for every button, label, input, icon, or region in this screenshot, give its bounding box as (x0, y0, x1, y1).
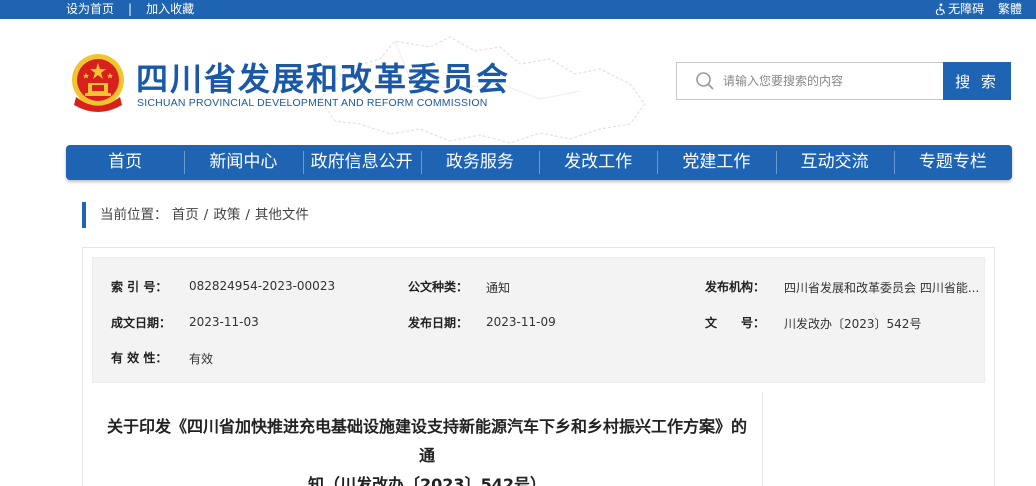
doc-type-value: 通知 (486, 281, 511, 295)
doc-type-label: 公文种类： (408, 280, 469, 294)
national-emblem-logo (72, 54, 124, 112)
search-input[interactable] (723, 63, 933, 99)
search-icon (696, 72, 714, 90)
traditional-chinese-link[interactable]: 繁體 (998, 1, 1022, 17)
top-utility-bar: 设为首页 | 加入收藏 无障碍 繁體 (0, 0, 1036, 19)
nav-item-services[interactable]: 政务服务 (420, 145, 539, 180)
validity-value: 有效 (189, 352, 214, 366)
site-title[interactable]: 四川省发展和改革委员会 (136, 61, 510, 97)
nav-item-special-topics[interactable]: 专题专栏 (893, 145, 1012, 180)
index-number-label: 索 引 号： (111, 280, 168, 294)
accessibility-label: 无障碍 (948, 2, 985, 16)
document-title-line-1: 关于印发《四川省加快推进充电基础设施建设支持新能源汽车下乡和乡村振兴工作方案》的… (106, 417, 747, 465)
nav-item-news[interactable]: 新闻中心 (184, 145, 302, 180)
content-divider (762, 392, 763, 486)
breadcrumb-home[interactable]: 首页 (172, 207, 199, 223)
top-left-links: 设为首页 | 加入收藏 (66, 1, 194, 17)
nav-item-gov-info[interactable]: 政府信息公开 (302, 145, 421, 180)
search-button[interactable]: 搜 索 (943, 62, 1011, 100)
accessibility-icon (936, 3, 946, 15)
created-date-value: 2023-11-03 (189, 315, 259, 329)
site-header: 四川省发展和改革委员会 SICHUAN PROVINCIAL DEVELOPME… (0, 19, 1036, 145)
nav-item-reform-work[interactable]: 发改工作 (539, 145, 657, 180)
nav-item-home[interactable]: 首页 (66, 145, 184, 180)
created-date-label: 成文日期： (111, 316, 172, 330)
breadcrumb: 当前位置： 首页 / 政策 / 其他文件 (82, 202, 309, 228)
validity-label: 有 效 性： (111, 351, 168, 365)
nav-item-interaction[interactable]: 互动交流 (775, 145, 894, 180)
accessibility-link[interactable]: 无障碍 (935, 1, 984, 17)
search-box (676, 62, 944, 100)
breadcrumb-other-files[interactable]: 其他文件 (255, 207, 309, 223)
index-number-value: 082824954-2023-00023 (189, 279, 336, 293)
main-nav: 首页 新闻中心 政府信息公开 政务服务 发改工作 党建工作 互动交流 专题专栏 (66, 145, 1012, 180)
issuer-label: 发布机构： (705, 280, 766, 294)
issuer-value: 四川省发展和改革委员会 四川省能... (784, 281, 980, 295)
breadcrumb-prefix: 当前位置： (100, 207, 168, 223)
top-right-links: 无障碍 繁體 (925, 1, 1022, 17)
add-favorite-link[interactable]: 加入收藏 (146, 1, 194, 17)
top-separator: | (128, 2, 133, 16)
document-metadata: 索 引 号： 082824954-2023-00023 公文种类： 通知 发布机… (92, 257, 985, 383)
set-home-link[interactable]: 设为首页 (66, 1, 114, 17)
published-date-value: 2023-11-09 (486, 315, 556, 329)
site-subtitle: SICHUAN PROVINCIAL DEVELOPMENT AND REFOR… (137, 97, 488, 109)
nav-item-party-building[interactable]: 党建工作 (657, 145, 775, 180)
doc-number-label: 文 号： (705, 316, 766, 330)
doc-number-value: 川发改办〔2023〕542号 (784, 317, 922, 331)
breadcrumb-policy[interactable]: 政策 (213, 207, 240, 223)
published-date-label: 发布日期： (408, 316, 469, 330)
breadcrumb-separator: / (245, 207, 250, 223)
document-title-line-2: 知（川发改办〔2023〕542号） (308, 475, 546, 486)
document-title: 关于印发《四川省加快推进充电基础设施建设支持新能源汽车下乡和乡村振兴工作方案》的… (100, 412, 754, 486)
breadcrumb-separator: / (203, 207, 209, 223)
